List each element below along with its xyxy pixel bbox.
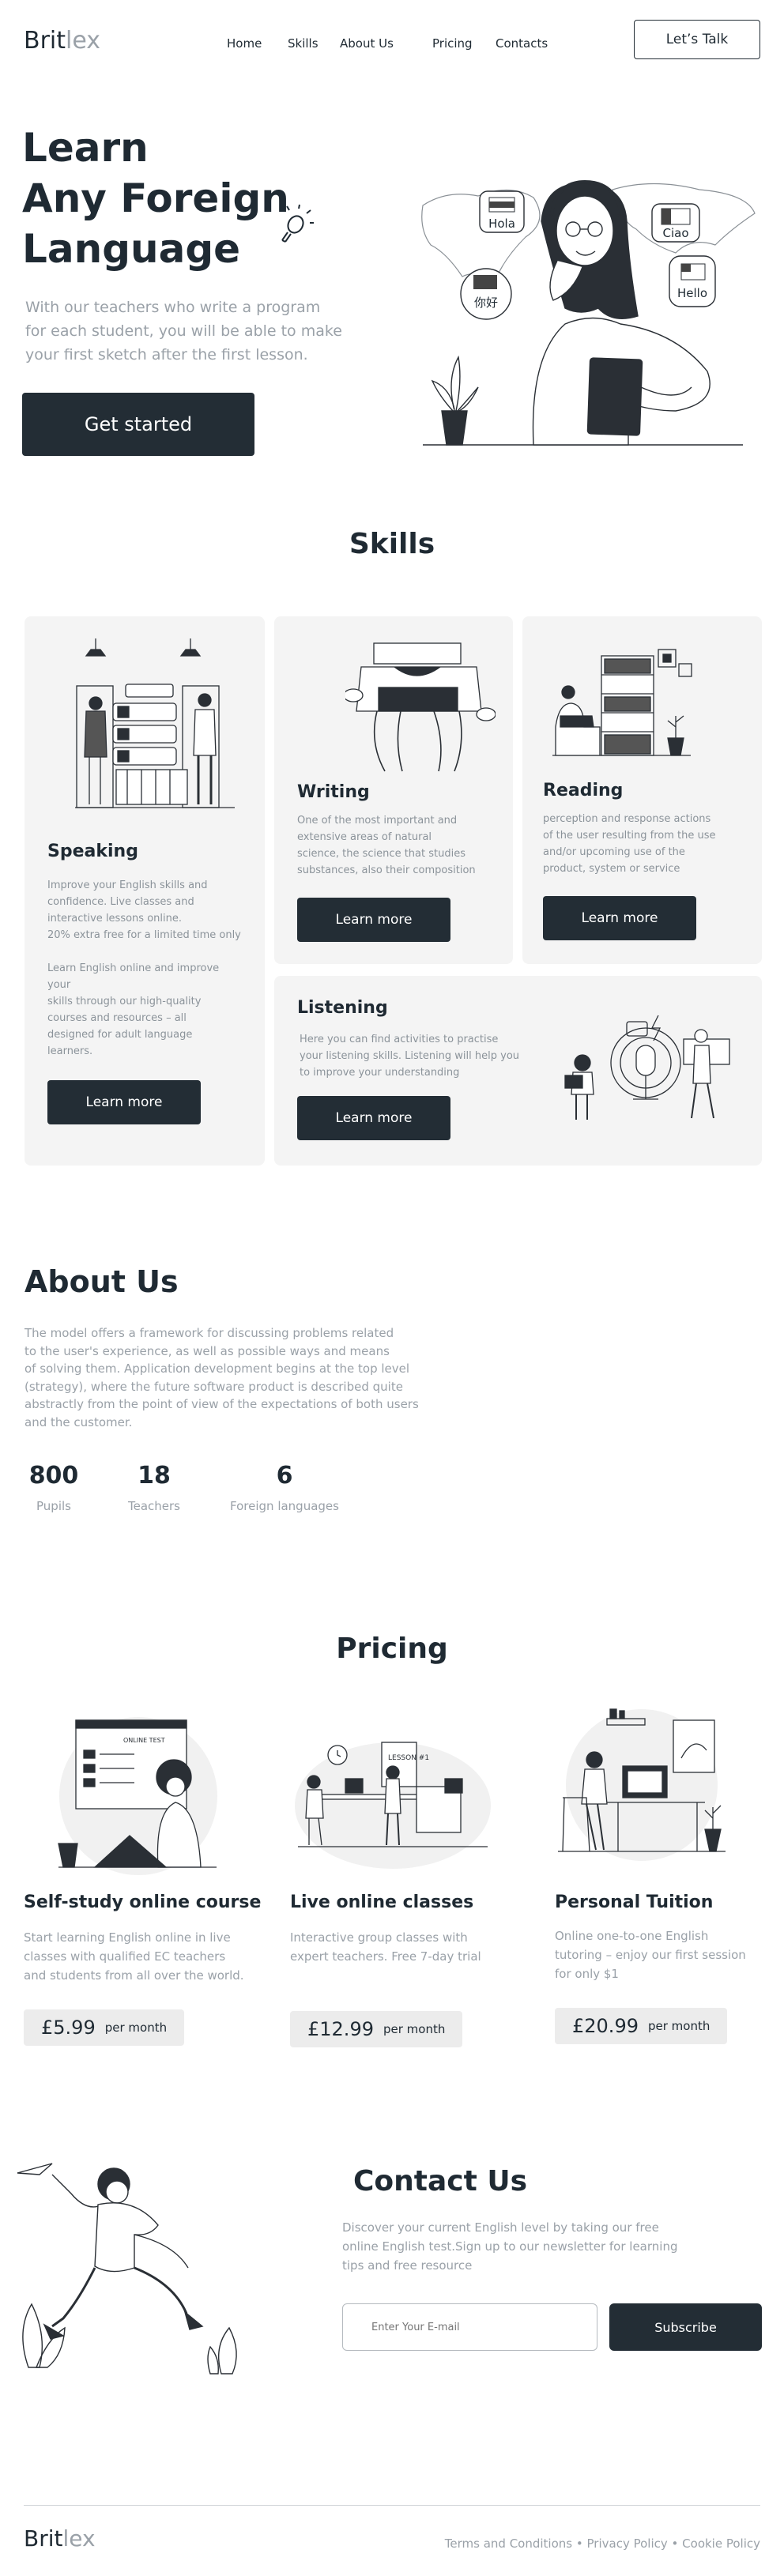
hero-title-line3: Language bbox=[22, 226, 241, 272]
listening-learn-more-button[interactable]: Learn more bbox=[297, 1096, 450, 1140]
reading-text: perception and response actions of the u… bbox=[543, 813, 716, 875]
plan-live-classes-title: Live online classes bbox=[290, 1892, 474, 1912]
footer-links: Terms and Conditions • Privacy Policy • … bbox=[445, 2536, 760, 2551]
footer-logo[interactable]: Britlex bbox=[24, 2525, 96, 2552]
listening-illustration bbox=[559, 1007, 733, 1126]
nav-contacts[interactable]: Contacts bbox=[496, 36, 548, 51]
pricing-title: Pricing bbox=[336, 1633, 448, 1665]
footer-separator: • bbox=[671, 2536, 679, 2551]
hero-illustration: Hola 你好 Ciao Hello bbox=[415, 174, 763, 450]
footer-privacy-link[interactable]: Privacy Policy bbox=[587, 2536, 668, 2551]
contact-text: Discover your current English level by t… bbox=[342, 2220, 678, 2273]
footer-cookie-link[interactable]: Cookie Policy bbox=[682, 2536, 760, 2551]
hello-text: Hello bbox=[677, 286, 707, 300]
plan-self-study-illustration: ONLINE TEST bbox=[47, 1709, 229, 1875]
reading-card: Reading perception and response actions … bbox=[522, 616, 762, 964]
ciao-bubble: Ciao bbox=[651, 203, 700, 243]
stat-languages-value: 6 bbox=[276, 1462, 293, 1489]
writing-learn-more-button[interactable]: Learn more bbox=[297, 898, 450, 942]
hola-bubble: Hola bbox=[479, 190, 525, 233]
speaking-illustration bbox=[72, 638, 238, 812]
about-title: About Us bbox=[24, 1264, 179, 1299]
contact-title: Contact Us bbox=[353, 2165, 528, 2198]
listening-card: Listening Here you can find activities t… bbox=[274, 976, 762, 1166]
footer-logo-light: lex bbox=[62, 2525, 96, 2552]
hero-title-line2: Any Foreign bbox=[22, 175, 289, 221]
email-input[interactable] bbox=[342, 2303, 597, 2351]
footer-terms-link[interactable]: Terms and Conditions bbox=[445, 2536, 572, 2551]
footer-divider bbox=[24, 2505, 760, 2506]
plan-personal-tuition-period: per month bbox=[647, 2019, 710, 2033]
hello-bubble: Hello bbox=[669, 255, 716, 307]
logo-bold: Brit bbox=[24, 27, 66, 55]
stat-teachers-label: Teachers bbox=[128, 1499, 180, 1513]
nihao-bubble: 你好 bbox=[460, 268, 512, 320]
speaking-text: Improve your English skills and confiden… bbox=[47, 879, 241, 1057]
listening-title: Listening bbox=[297, 998, 388, 1018]
stat-teachers-value: 18 bbox=[138, 1462, 171, 1489]
skills-title: Skills bbox=[349, 528, 435, 560]
plan-personal-tuition-amount: £20.99 bbox=[572, 2015, 639, 2037]
footer-logo-bold: Brit bbox=[24, 2525, 63, 2552]
plan-self-study-title: Self-study online course bbox=[24, 1892, 262, 1912]
ciao-text: Ciao bbox=[662, 226, 688, 240]
lesson-label: LESSON #1 bbox=[388, 1754, 429, 1762]
writing-card: Writing One of the most important and ex… bbox=[274, 616, 513, 964]
speaking-card: Speaking Improve your English skills and… bbox=[24, 616, 265, 1166]
reading-title: Reading bbox=[543, 781, 624, 800]
writing-title: Writing bbox=[297, 782, 370, 802]
reading-illustration bbox=[552, 640, 695, 759]
stat-teachers: 18 Teachers bbox=[119, 1462, 190, 1513]
online-test-label: ONLINE TEST bbox=[123, 1737, 165, 1744]
stat-pupils-label: Pupils bbox=[36, 1499, 71, 1513]
reading-learn-more-button[interactable]: Learn more bbox=[543, 896, 696, 940]
plan-self-study-amount: £5.99 bbox=[41, 2017, 96, 2039]
plan-live-classes: LESSON #1 Live online classes Interactiv… bbox=[290, 1703, 527, 2051]
listening-text: Here you can find activities to practise… bbox=[300, 1034, 520, 1079]
plan-personal-tuition-text: Online one-to-one English tutoring – enj… bbox=[555, 1929, 746, 1981]
plan-personal-tuition-price: £20.99 per month bbox=[555, 2008, 728, 2044]
about-text: The model offers a framework for discuss… bbox=[24, 1326, 419, 1429]
nav-about-us[interactable]: About Us bbox=[340, 36, 394, 51]
stat-pupils: 800 Pupils bbox=[22, 1462, 85, 1513]
nihao-text: 你好 bbox=[474, 296, 498, 310]
speaking-title: Speaking bbox=[47, 842, 138, 861]
nav-pricing[interactable]: Pricing bbox=[432, 36, 473, 51]
nav-skills[interactable]: Skills bbox=[288, 36, 318, 51]
plan-live-classes-period: per month bbox=[383, 2022, 446, 2036]
speaking-learn-more-button[interactable]: Learn more bbox=[47, 1080, 201, 1124]
plan-personal-tuition: Personal Tuition Online one-to-one Engli… bbox=[555, 1703, 760, 2051]
writing-illustration bbox=[345, 640, 496, 774]
subscribe-button[interactable]: Subscribe bbox=[609, 2303, 762, 2351]
get-started-button[interactable]: Get started bbox=[22, 393, 254, 456]
plan-personal-tuition-illustration bbox=[555, 1703, 729, 1861]
stat-languages: 6 Foreign languages bbox=[221, 1462, 348, 1513]
stat-languages-label: Foreign languages bbox=[230, 1499, 339, 1513]
plan-live-classes-text: Interactive group classes with expert te… bbox=[290, 1930, 481, 1964]
plan-live-classes-amount: £12.99 bbox=[307, 2018, 374, 2040]
footer-separator: • bbox=[575, 2536, 583, 2551]
logo-light: lex bbox=[66, 27, 101, 55]
hero-title-line1: Learn bbox=[22, 125, 149, 171]
writing-text: One of the most important and extensive … bbox=[297, 815, 476, 876]
plan-self-study-text: Start learning English online in live cl… bbox=[24, 1930, 244, 1983]
plan-personal-tuition-title: Personal Tuition bbox=[555, 1892, 714, 1912]
plan-self-study-price: £5.99 per month bbox=[24, 2009, 185, 2046]
contact-illustration bbox=[16, 2149, 253, 2378]
nav-home[interactable]: Home bbox=[227, 36, 262, 51]
hola-text: Hola bbox=[488, 217, 515, 231]
plan-self-study-period: per month bbox=[104, 2021, 168, 2035]
logo[interactable]: Britlex bbox=[24, 27, 100, 55]
plan-live-classes-illustration: LESSON #1 bbox=[290, 1727, 496, 1869]
plan-live-classes-price: £12.99 per month bbox=[290, 2011, 463, 2047]
lightbulb-icon bbox=[275, 204, 315, 248]
lets-talk-button[interactable]: Let’s Talk bbox=[634, 20, 760, 59]
plan-self-study: ONLINE TEST Self-study online course Sta… bbox=[24, 1703, 269, 2051]
stat-pupils-value: 800 bbox=[28, 1462, 79, 1489]
hero-title: Learn Any Foreign Language bbox=[22, 122, 289, 274]
hero-subtitle: With our teachers who write a program fo… bbox=[25, 299, 342, 363]
